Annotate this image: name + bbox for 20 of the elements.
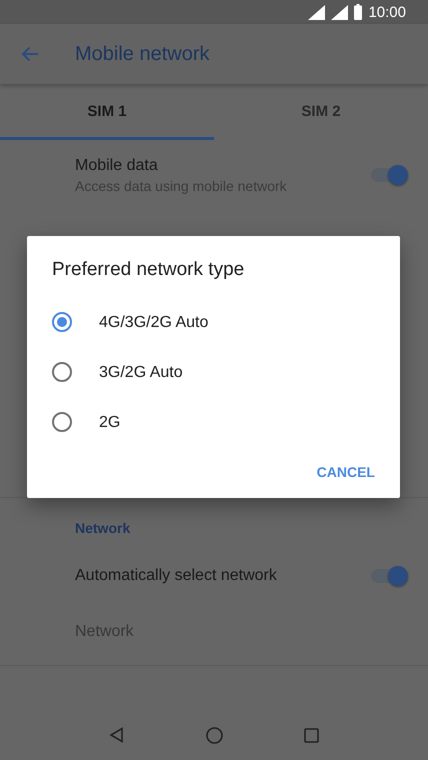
signal-icon [331,4,348,20]
radio-button[interactable] [52,312,72,332]
setting-title: Automatically select network [75,567,278,585]
setting-title: Mobile data [75,156,159,174]
clock-time: 10:00 [368,4,406,20]
screen-title: Mobile network [75,42,210,66]
back-arrow-icon [21,46,39,62]
section-header: Network [74,519,132,538]
cancel-button[interactable]: CANCEL [306,454,385,490]
radio-button[interactable] [52,412,72,432]
signal-icon [308,4,326,20]
option-label[interactable]: 2G [99,412,120,432]
radio-button[interactable] [52,362,72,382]
recent-apps-icon [304,728,320,742]
dialog-title: Preferred network type [51,258,246,282]
battery-icon [354,4,362,20]
option-label[interactable]: 3G/2G Auto [99,362,183,382]
home-icon [206,726,223,744]
option-label[interactable]: 4G/3G/2G Auto [99,312,208,332]
back-icon [108,727,125,743]
